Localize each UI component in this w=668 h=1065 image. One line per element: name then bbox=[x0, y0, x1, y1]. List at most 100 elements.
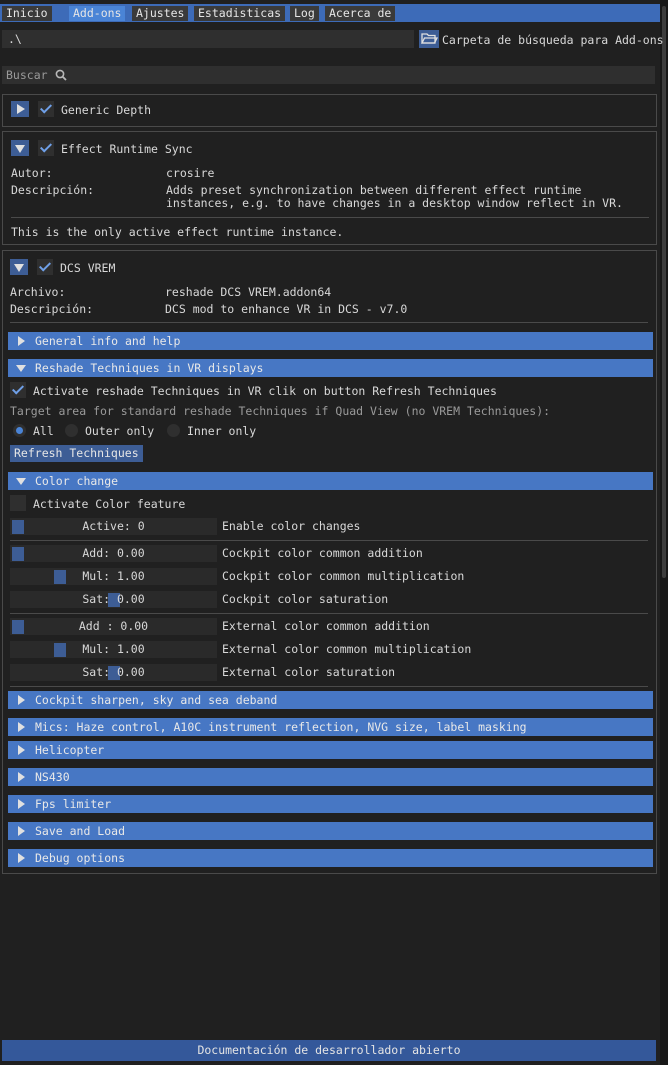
slider-external-mul[interactable]: Mul: 1.00 bbox=[10, 641, 217, 658]
section-mics[interactable]: Mics: Haze control, A10C instrument refl… bbox=[8, 718, 653, 736]
slider-value: Active: 0 bbox=[82, 519, 145, 533]
author-value: crosire bbox=[166, 166, 215, 180]
search-input[interactable]: Buscar bbox=[2, 66, 655, 84]
section-label: Mics: Haze control, A10C instrument refl… bbox=[35, 720, 527, 734]
section-label: Debug options bbox=[35, 851, 126, 865]
tab-ajustes[interactable]: Ajustes bbox=[132, 6, 189, 21]
expand-arrow-icon bbox=[16, 822, 26, 840]
separator bbox=[10, 322, 648, 323]
slider-value: Add: 0.00 bbox=[82, 546, 145, 560]
section-reshade-vr[interactable]: Reshade Techniques in VR displays bbox=[8, 359, 653, 377]
expand-arrow-icon[interactable] bbox=[11, 101, 29, 117]
slider-external-add[interactable]: Add : 0.00 bbox=[10, 618, 217, 635]
slider-label: External color common multiplication bbox=[222, 642, 472, 656]
activate-color-label: Activate Color feature bbox=[33, 497, 186, 511]
tab-acerca-de[interactable]: Acerca de bbox=[325, 6, 396, 21]
section-label: Save and Load bbox=[35, 824, 126, 838]
addon-panel-effect-runtime-sync: Effect Runtime Sync Autor: crosire Descr… bbox=[2, 131, 657, 245]
radio-inner-only[interactable] bbox=[167, 424, 180, 437]
radio-outer-only[interactable] bbox=[65, 424, 78, 437]
section-cockpit-sharpen[interactable]: Cockpit sharpen, sky and sea deband bbox=[8, 691, 653, 709]
separator bbox=[10, 613, 648, 614]
slider-label: Cockpit color common addition bbox=[222, 546, 423, 560]
tab-estadisticas[interactable]: Estadisticas bbox=[194, 6, 286, 21]
tab-add-ons[interactable]: Add-ons bbox=[69, 6, 126, 21]
scrollbar-thumb[interactable] bbox=[662, 6, 666, 578]
tab-label: Acerca de bbox=[329, 6, 392, 20]
slider-label: External color common addition bbox=[222, 619, 430, 633]
collapse-arrow-icon bbox=[16, 359, 26, 377]
description-value-continued: instances, e.g. to have changes in a des… bbox=[166, 196, 623, 210]
section-save-load[interactable]: Save and Load bbox=[8, 822, 653, 840]
search-icon bbox=[55, 69, 67, 81]
separator bbox=[10, 686, 648, 687]
slider-active[interactable]: Active: 0 bbox=[10, 518, 217, 535]
slider-label: Cockpit color common multiplication bbox=[222, 569, 465, 583]
description-label: Descripción: bbox=[11, 183, 95, 197]
section-fps-limiter[interactable]: Fps limiter bbox=[8, 795, 653, 813]
section-label: Cockpit sharpen, sky and sea deband bbox=[35, 693, 278, 707]
status-bar-text: Documentación de desarrollador abierto bbox=[197, 1043, 461, 1057]
expand-arrow-icon bbox=[16, 691, 26, 709]
addon-name: Effect Runtime Sync bbox=[61, 142, 193, 156]
section-label: NS430 bbox=[35, 770, 70, 784]
section-label: Helicopter bbox=[35, 743, 105, 757]
section-label: General info and help bbox=[35, 334, 181, 348]
folder-open-icon-glyph bbox=[420, 33, 439, 44]
tab-label: Inicio bbox=[6, 6, 48, 20]
slider-cockpit-sat[interactable]: Sat: 0.00 bbox=[10, 591, 217, 608]
expand-arrow-icon bbox=[16, 768, 26, 786]
description-value: DCS mod to enhance VR in DCS - v7.0 bbox=[165, 302, 408, 316]
refresh-techniques-button[interactable]: Refresh Techniques bbox=[10, 445, 143, 462]
section-color-change[interactable]: Color change bbox=[8, 472, 653, 490]
collapse-arrow-icon bbox=[16, 472, 26, 490]
expand-arrow-icon bbox=[16, 741, 26, 759]
search-placeholder: Buscar bbox=[6, 68, 48, 82]
addon-panel-generic-depth: Generic Depth bbox=[2, 94, 657, 127]
slider-cockpit-add[interactable]: Add: 0.00 bbox=[10, 545, 217, 562]
tab-log[interactable]: Log bbox=[290, 6, 319, 21]
section-general-info[interactable]: General info and help bbox=[8, 332, 653, 350]
slider-value: Mul: 1.00 bbox=[82, 569, 145, 583]
slider-value: Sat: 0.00 bbox=[82, 592, 145, 606]
slider-value: Add : 0.00 bbox=[78, 619, 149, 633]
description-label: Descripción: bbox=[10, 302, 94, 316]
activate-reshade-vr-label: Activate reshade Techniques in VR clik o… bbox=[33, 384, 497, 398]
addon-path-value: .\ bbox=[8, 32, 22, 46]
slider-cockpit-mul[interactable]: Mul: 1.00 bbox=[10, 568, 217, 585]
radio-all[interactable] bbox=[13, 424, 26, 437]
section-ns430[interactable]: NS430 bbox=[8, 768, 653, 786]
expand-arrow-icon bbox=[16, 795, 26, 813]
section-helicopter[interactable]: Helicopter bbox=[8, 741, 653, 759]
slider-label: External color saturation bbox=[222, 665, 396, 679]
tab-label: Add-ons bbox=[73, 6, 122, 20]
status-bar[interactable]: Documentación de desarrollador abierto bbox=[2, 1040, 656, 1061]
separator bbox=[11, 217, 649, 218]
section-label: Color change bbox=[35, 474, 119, 488]
addon-enable-checkbox[interactable] bbox=[37, 259, 53, 275]
section-label: Reshade Techniques in VR displays bbox=[35, 361, 264, 375]
author-label: Autor: bbox=[11, 166, 53, 180]
folder-open-icon[interactable] bbox=[419, 30, 439, 48]
addon-enable-checkbox[interactable] bbox=[38, 101, 54, 117]
addon-path-input[interactable]: .\ bbox=[2, 30, 414, 48]
tab-label: Ajustes bbox=[136, 6, 185, 20]
slider-external-sat[interactable]: Sat: 0.00 bbox=[10, 664, 217, 681]
description-value: Adds preset synchronization between diff… bbox=[166, 183, 582, 197]
collapse-arrow-icon[interactable] bbox=[11, 140, 29, 156]
expand-arrow-icon bbox=[16, 332, 26, 350]
refresh-techniques-label: Refresh Techniques bbox=[14, 446, 139, 460]
slider-value: Mul: 1.00 bbox=[82, 642, 145, 656]
tab-label: Estadisticas bbox=[198, 6, 282, 20]
activate-color-checkbox[interactable] bbox=[10, 495, 26, 511]
tab-inicio[interactable]: Inicio bbox=[2, 6, 52, 21]
section-debug-options[interactable]: Debug options bbox=[8, 849, 653, 867]
tab-label: Log bbox=[294, 6, 315, 20]
slider-value: Sat: 0.00 bbox=[82, 665, 145, 679]
slider-label: Cockpit color saturation bbox=[222, 592, 389, 606]
collapse-arrow-icon[interactable] bbox=[10, 259, 28, 275]
activate-reshade-vr-checkbox[interactable] bbox=[10, 382, 26, 398]
radio-all-label: All bbox=[33, 424, 54, 438]
addon-name: Generic Depth bbox=[61, 103, 152, 117]
addon-enable-checkbox[interactable] bbox=[38, 140, 54, 156]
